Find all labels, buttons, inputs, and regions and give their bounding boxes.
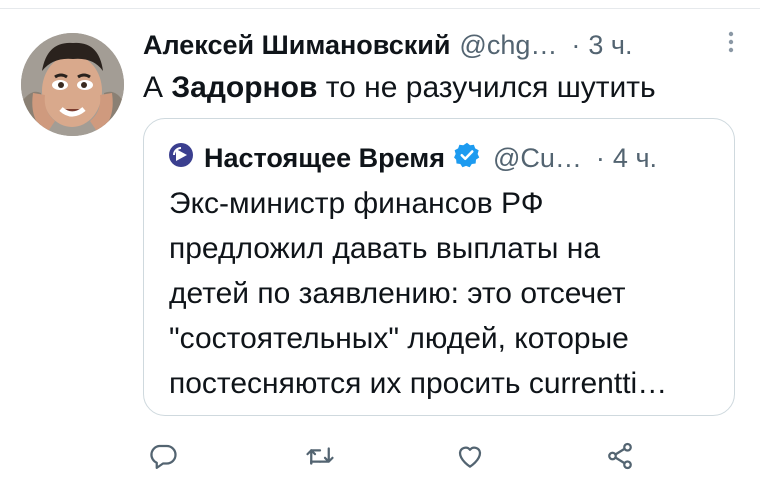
- quoted-author-name[interactable]: Настоящее Время: [204, 143, 445, 174]
- more-icon[interactable]: [728, 31, 734, 59]
- quoted-separator-dot: ·: [595, 142, 605, 173]
- quoted-tweet[interactable]: Настоящее Время @Cu… · 4 ч. Экс-министр …: [143, 118, 735, 416]
- quoted-line: детей по заявлению: это отсечет: [169, 277, 626, 310]
- like-icon: [458, 446, 482, 468]
- quoted-time[interactable]: 4 ч.: [613, 143, 657, 174]
- retweet-button[interactable]: [300, 436, 340, 476]
- quoted-line: Экс-министр финансов РФ: [169, 187, 544, 220]
- author-name[interactable]: Алексей Шимановский: [143, 30, 450, 61]
- share-button[interactable]: [600, 436, 640, 476]
- action-bar: [0, 436, 760, 476]
- quoted-header: Настоящее Время @Cu… · 4 ч.: [168, 139, 657, 177]
- tweet-text: А Задорнов то не разучился шутить: [143, 68, 656, 108]
- quoted-text: Экс-министр финансов РФ предложил давать…: [169, 181, 729, 406]
- retweet-icon: [306, 447, 334, 465]
- tweet-text-suffix: то не разучился шутить: [317, 71, 656, 104]
- share-icon: [608, 442, 632, 470]
- like-button[interactable]: [450, 436, 490, 476]
- quoted-line: "состоятельных" людей, которые: [169, 322, 629, 355]
- tweet-text-bold: Задорнов: [171, 71, 318, 104]
- quoted-line: предложил давать выплаты на: [169, 232, 601, 265]
- quoted-line: постесняются их просить currentti…: [169, 367, 668, 400]
- avatar[interactable]: [21, 33, 124, 136]
- tweet-time[interactable]: 3 ч.: [588, 30, 632, 61]
- brand-logo-icon: [168, 142, 204, 175]
- reply-button[interactable]: [143, 436, 183, 476]
- verified-icon: [445, 141, 481, 176]
- top-divider: [0, 8, 760, 9]
- separator-dot: ·: [571, 29, 581, 60]
- tweet-header: Алексей Шимановский @chg… · 3 ч.: [143, 27, 740, 63]
- quoted-author-handle[interactable]: @Cu…: [493, 143, 582, 174]
- author-handle[interactable]: @chg…: [459, 30, 557, 61]
- tweet-text-prefix: А: [143, 71, 172, 104]
- reply-icon: [150, 444, 177, 469]
